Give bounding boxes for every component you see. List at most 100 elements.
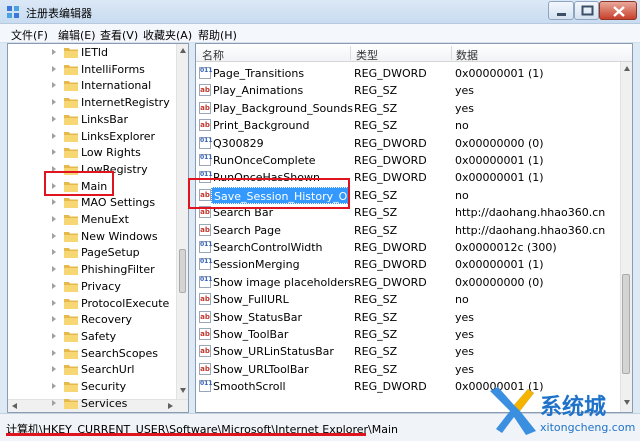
folder-icon: [64, 231, 78, 242]
tree-item[interactable]: Recovery: [8, 311, 176, 328]
tree-item[interactable]: SearchUrl: [8, 361, 176, 378]
expand-arrow-icon[interactable]: [52, 299, 56, 306]
list-scroll-thumb[interactable]: [622, 274, 630, 374]
value-row[interactable]: 011 SearchControlWidth REG_DWORD 0x0000012c…: [196, 239, 620, 256]
scroll-up-icon[interactable]: [624, 66, 630, 71]
expand-arrow-icon[interactable]: [52, 282, 56, 289]
expand-arrow-icon[interactable]: [52, 216, 56, 222]
value-row[interactable]: ab Search Bar REG_SZ http://daohang.hhao360…: [196, 204, 620, 221]
maximize-button[interactable]: [574, 1, 599, 20]
value-data: no: [455, 188, 469, 202]
value-row[interactable]: 011 Page_Transitions REG_DWORD 0x00000001 (…: [196, 65, 620, 82]
tree-item[interactable]: LinksExplorer: [8, 128, 176, 145]
value-name: Show_FullURL: [213, 293, 289, 307]
value-name: Print_Background: [213, 119, 310, 133]
expand-arrow-icon[interactable]: [52, 49, 56, 55]
value-row[interactable]: ab Show_ToolBar REG_SZ yes: [196, 326, 620, 343]
tree-item[interactable]: MenuExt: [8, 211, 176, 228]
tree-item[interactable]: LinksBar: [8, 111, 176, 128]
tree-item[interactable]: InternetRegistry: [8, 94, 176, 111]
tree-item[interactable]: Main: [8, 178, 176, 195]
menu-file[interactable]: 文件(F): [11, 27, 48, 43]
tree-item[interactable]: Privacy: [8, 278, 176, 295]
tree-item-label: IntelliForms: [81, 62, 145, 76]
value-row[interactable]: 011 SessionMerging REG_DWORD 0x00000001 (1): [196, 256, 620, 273]
tree-item[interactable]: LowRegistry: [8, 161, 176, 178]
tree-item[interactable]: IntelliForms: [8, 61, 176, 78]
tree-scroll-thumb[interactable]: [179, 249, 186, 293]
value-row[interactable]: ab Play_Background_Sounds REG_SZ yes: [196, 100, 620, 117]
tree-item[interactable]: New Windows: [8, 228, 176, 245]
value-type: REG_SZ: [354, 119, 398, 133]
value-name: Show_StatusBar: [213, 310, 303, 324]
menu-help[interactable]: 帮助(H): [198, 27, 237, 43]
column-name[interactable]: 名称: [202, 47, 224, 63]
expand-arrow-icon[interactable]: [52, 82, 56, 89]
tree-vertical-scrollbar[interactable]: [176, 44, 188, 399]
tree-item-label: SearchScopes: [81, 346, 159, 360]
expand-arrow-icon[interactable]: [52, 399, 56, 406]
value-row[interactable]: abSave_Session_History_On_... REG_SZ no: [196, 186, 620, 204]
tree-item[interactable]: International: [8, 77, 176, 94]
expand-arrow-icon[interactable]: [52, 132, 56, 139]
value-type: REG_DWORD: [354, 241, 427, 254]
expand-arrow-icon[interactable]: [52, 249, 56, 256]
expand-arrow-icon[interactable]: [52, 115, 56, 122]
value-row[interactable]: ab Search Page REG_SZ http://daohang.hhao36…: [196, 222, 620, 239]
expand-arrow-icon[interactable]: [52, 65, 56, 72]
expand-arrow-icon[interactable]: [52, 99, 56, 106]
value-row[interactable]: 011 RunOnceComplete REG_DWORD 0x00000001 (1…: [196, 152, 620, 169]
value-row[interactable]: ab Show_URLToolBar REG_SZ yes: [196, 361, 620, 378]
tree-item[interactable]: Safety: [8, 328, 176, 345]
string-value-icon: ab: [199, 188, 211, 201]
scroll-up-icon[interactable]: [180, 48, 186, 53]
value-row[interactable]: ab Play_Animations REG_SZ yes: [196, 82, 620, 99]
value-row[interactable]: ab Show_FullURL REG_SZ no: [196, 291, 620, 308]
value-name: Play_Animations: [213, 84, 304, 98]
value-list[interactable]: 名称 类型 数据 011 Page_Transitions REG_DWORD 0x0…: [195, 43, 633, 413]
tree-item[interactable]: PhishingFilter: [8, 261, 176, 278]
value-row[interactable]: 011 Q300829 REG_DWORD 0x00000000 (0): [196, 135, 620, 152]
scroll-down-icon[interactable]: [180, 388, 186, 393]
value-row[interactable]: ab Show_StatusBar REG_SZ yes: [196, 309, 620, 326]
expand-arrow-icon[interactable]: [52, 332, 56, 339]
close-button[interactable]: [599, 1, 637, 20]
tree-item[interactable]: ProtocolExecute: [8, 295, 176, 312]
tree-item[interactable]: SearchScopes: [8, 345, 176, 362]
expand-arrow-icon[interactable]: [52, 199, 56, 206]
expand-arrow-icon[interactable]: [52, 165, 56, 172]
value-name: SessionMerging: [213, 258, 300, 272]
value-name: Show_ToolBar: [213, 328, 289, 341]
expand-arrow-icon[interactable]: [52, 366, 56, 373]
expand-arrow-icon[interactable]: [52, 266, 56, 273]
expand-arrow-icon[interactable]: [52, 182, 56, 189]
value-type: REG_DWORD: [354, 258, 427, 272]
expand-arrow-icon[interactable]: [52, 232, 56, 239]
value-type: REG_SZ: [354, 310, 398, 324]
value-type: REG_SZ: [354, 362, 398, 376]
tree-item[interactable]: Services: [8, 395, 176, 412]
tree-item[interactable]: Security: [8, 378, 176, 395]
tree-item-label: Low Rights: [81, 146, 141, 160]
tree-item[interactable]: PageSetup: [8, 244, 176, 261]
key-tree[interactable]: IETld IntelliForms International InternetRe…: [7, 43, 189, 413]
tree-item-label: MenuExt: [81, 213, 129, 226]
value-row[interactable]: ab Show_URLinStatusBar REG_SZ yes: [196, 343, 620, 360]
column-data[interactable]: 数据: [456, 47, 478, 63]
minimize-button[interactable]: [548, 1, 574, 20]
value-row[interactable]: 011 Show image placeholders REG_DWORD 0x000…: [196, 274, 620, 291]
value-row[interactable]: ab Print_Background REG_SZ no: [196, 117, 620, 134]
expand-arrow-icon[interactable]: [52, 349, 56, 356]
expand-arrow-icon[interactable]: [52, 383, 56, 389]
menu-view[interactable]: 查看(V): [100, 27, 138, 43]
value-name: Show_URLinStatusBar: [213, 345, 334, 359]
column-type[interactable]: 类型: [356, 47, 378, 63]
menu-favorites[interactable]: 收藏夹(A): [143, 27, 192, 43]
menu-edit[interactable]: 编辑(E): [58, 27, 96, 43]
value-row[interactable]: 011 RunOnceHasShown REG_DWORD 0x00000001 (1…: [196, 169, 620, 186]
tree-item[interactable]: IETld: [8, 44, 176, 61]
tree-item[interactable]: MAO Settings: [8, 194, 176, 211]
tree-item[interactable]: Low Rights: [8, 144, 176, 161]
expand-arrow-icon[interactable]: [52, 316, 56, 323]
expand-arrow-icon[interactable]: [52, 149, 56, 156]
